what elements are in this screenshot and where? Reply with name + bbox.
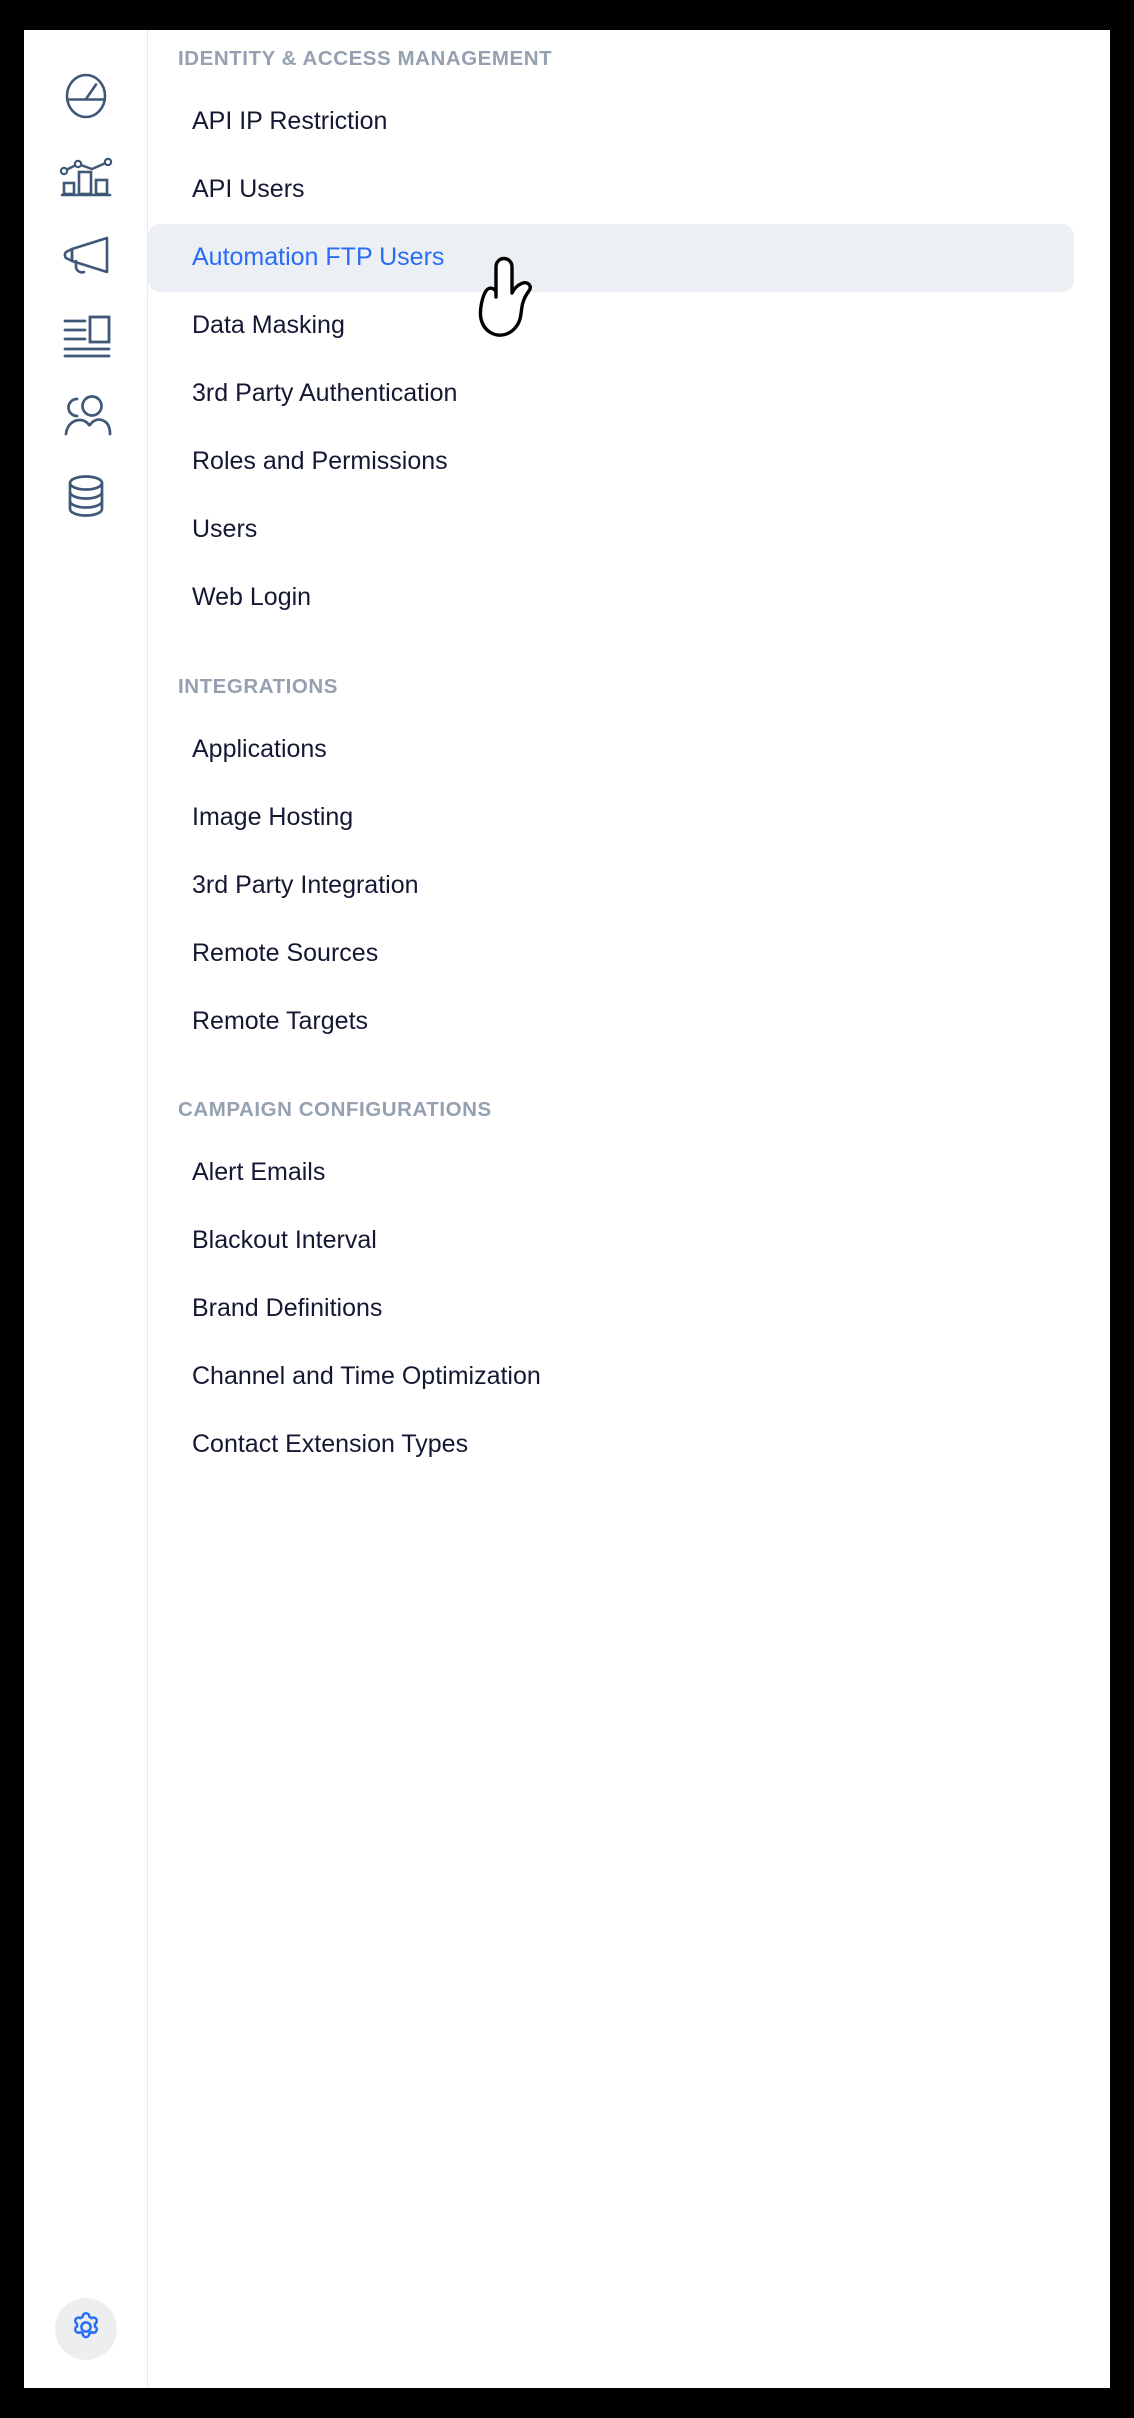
nav-section-identity-access-management: IDENTITY & ACCESS MANAGEMENT API IP Rest… <box>148 30 1110 632</box>
database-icon <box>60 471 112 521</box>
nav-item-users[interactable]: Users <box>148 496 1074 564</box>
nav-item-alert-emails[interactable]: Alert Emails <box>148 1139 1074 1207</box>
nav-item-3rd-party-authentication[interactable]: 3rd Party Authentication <box>148 360 1074 428</box>
nav-item-remote-sources[interactable]: Remote Sources <box>148 919 1074 987</box>
screen: IDENTITY & ACCESS MANAGEMENT API IP Rest… <box>0 0 1134 2418</box>
gauge-icon <box>60 70 112 122</box>
nav-item-blackout-interval[interactable]: Blackout Interval <box>148 1207 1074 1275</box>
nav-item-3rd-party-integration[interactable]: 3rd Party Integration <box>148 851 1074 919</box>
nav-item-label: Image Hosting <box>192 802 354 831</box>
nav-item-api-ip-restriction[interactable]: API IP Restriction <box>148 88 1074 156</box>
nav-item-label: API Users <box>192 175 305 204</box>
nav-item-channel-and-time-optimization[interactable]: Channel and Time Optimization <box>148 1343 1074 1411</box>
rail-item-audience[interactable] <box>24 376 148 456</box>
nav-item-label: Channel and Time Optimization <box>192 1362 541 1391</box>
nav-item-applications[interactable]: Applications <box>148 715 1074 783</box>
nav-item-data-masking[interactable]: Data Masking <box>148 292 1074 360</box>
rail-item-dashboard[interactable] <box>24 56 148 136</box>
section-title-campaign-configurations: CAMPAIGN CONFIGURATIONS <box>178 1098 492 1122</box>
nav-item-label: Remote Targets <box>192 1006 369 1035</box>
content-layout-icon <box>59 312 113 360</box>
nav-item-label: Web Login <box>192 583 312 612</box>
nav-item-label: Remote Sources <box>192 938 379 967</box>
nav-item-web-login[interactable]: Web Login <box>148 564 1074 632</box>
section-title-integrations: INTEGRATIONS <box>178 674 338 698</box>
nav-item-label: 3rd Party Integration <box>192 870 419 899</box>
megaphone-icon <box>59 231 113 281</box>
nav-item-roles-and-permissions[interactable]: Roles and Permissions <box>148 428 1074 496</box>
nav-item-image-hosting[interactable]: Image Hosting <box>148 783 1074 851</box>
nav-item-label: Automation FTP Users <box>192 243 445 272</box>
nav-item-api-users[interactable]: API Users <box>148 156 1074 224</box>
nav-item-remote-targets[interactable]: Remote Targets <box>148 987 1074 1055</box>
rail-item-settings[interactable] <box>24 2298 148 2360</box>
settings-nav-list: IDENTITY & ACCESS MANAGEMENT API IP Rest… <box>148 30 1110 2388</box>
nav-item-label: Data Masking <box>192 311 345 340</box>
nav-item-label: Contact Extension Types <box>192 1430 469 1459</box>
nav-item-automation-ftp-users[interactable]: Automation FTP Users <box>148 223 1074 292</box>
nav-item-label: Alert Emails <box>192 1158 326 1187</box>
people-icon <box>59 392 113 440</box>
nav-item-label: Applications <box>192 734 327 763</box>
app-panel: IDENTITY & ACCESS MANAGEMENT API IP Rest… <box>24 30 1110 2388</box>
rail-item-data[interactable] <box>24 456 148 536</box>
analytics-bar-chart-icon <box>58 150 114 202</box>
nav-item-label: Brand Definitions <box>192 1294 383 1323</box>
nav-item-label: Blackout Interval <box>192 1226 377 1255</box>
nav-item-label: Roles and Permissions <box>192 447 448 476</box>
gear-icon <box>68 2309 104 2350</box>
nav-section-campaign-configurations: CAMPAIGN CONFIGURATIONS Alert Emails Bla… <box>148 1055 1110 1479</box>
nav-item-label: API IP Restriction <box>192 107 388 136</box>
rail-item-content[interactable] <box>24 296 148 376</box>
nav-item-contact-extension-types[interactable]: Contact Extension Types <box>148 1411 1074 1479</box>
nav-section-integrations: INTEGRATIONS Applications Image Hosting … <box>148 632 1110 1056</box>
rail-item-analytics[interactable] <box>24 136 148 216</box>
section-title-identity-access-management: IDENTITY & ACCESS MANAGEMENT <box>178 47 553 70</box>
nav-item-brand-definitions[interactable]: Brand Definitions <box>148 1275 1074 1343</box>
settings-button-circle[interactable] <box>55 2298 117 2360</box>
icon-rail <box>24 30 148 2388</box>
nav-item-label: Users <box>192 515 258 544</box>
nav-item-label: 3rd Party Authentication <box>192 379 458 408</box>
rail-item-campaigns[interactable] <box>24 216 148 296</box>
